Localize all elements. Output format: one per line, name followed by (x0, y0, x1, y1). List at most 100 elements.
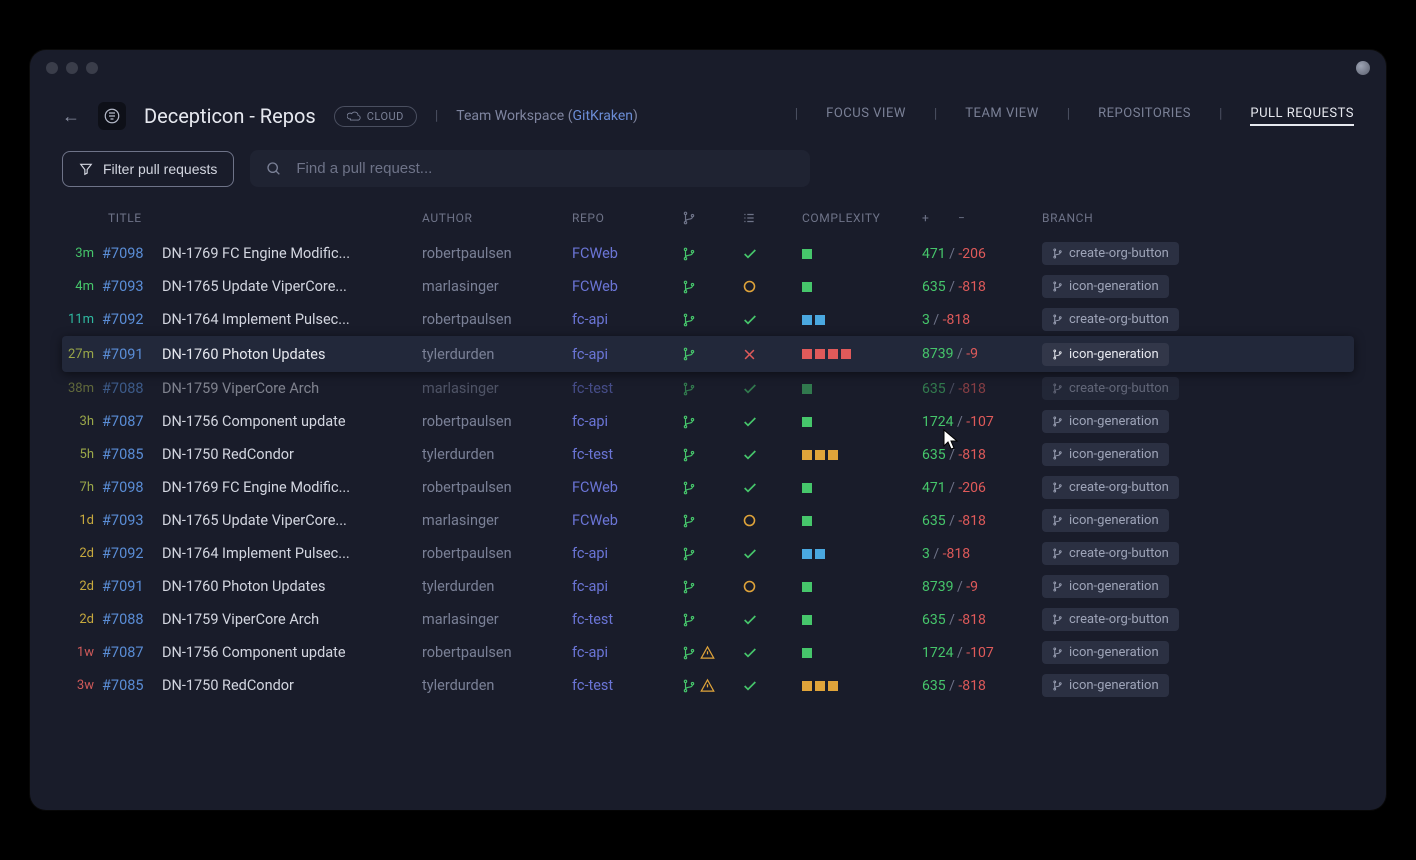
search-box[interactable] (250, 150, 810, 187)
pr-age: 3w (62, 678, 102, 693)
tab-pull-requests[interactable]: PULL REQUESTS (1250, 106, 1354, 126)
pr-number[interactable]: #7088 (102, 380, 162, 397)
team-workspace-link[interactable]: Team Workspace (GitKraken) (456, 108, 638, 124)
pr-number[interactable]: #7088 (102, 611, 162, 628)
branch-cell: icon-generation (1042, 641, 1222, 664)
branch-badge[interactable]: icon-generation (1042, 343, 1169, 366)
branch-cell: create-org-button (1042, 542, 1222, 565)
pr-repo[interactable]: fc-api (572, 578, 682, 595)
pr-number[interactable]: #7091 (102, 346, 162, 363)
tab-focus-view[interactable]: FOCUS VIEW (826, 106, 906, 126)
avatar[interactable] (1356, 61, 1370, 75)
pr-author: robertpaulsen (422, 311, 572, 328)
branch-badge[interactable]: create-org-button (1042, 542, 1179, 565)
branch-badge[interactable]: icon-generation (1042, 641, 1169, 664)
pr-number[interactable]: #7091 (102, 578, 162, 595)
pr-number[interactable]: #7098 (102, 479, 162, 496)
pr-number[interactable]: #7087 (102, 644, 162, 661)
pr-number[interactable]: #7085 (102, 677, 162, 694)
table-row[interactable]: 3h #7087 DN-1756 Component update robert… (62, 405, 1354, 438)
tab-team-view[interactable]: TEAM VIEW (965, 106, 1038, 126)
pr-title[interactable]: DN-1760 Photon Updates (162, 346, 422, 363)
table-row[interactable]: 11m #7092 DN-1764 Implement Pulsec... ro… (62, 303, 1354, 336)
branch-badge[interactable]: icon-generation (1042, 275, 1169, 298)
tab-repositories[interactable]: REPOSITORIES (1098, 106, 1191, 126)
table-row[interactable]: 27m #7091 DN-1760 Photon Updates tylerdu… (62, 336, 1354, 372)
pr-number[interactable]: #7092 (102, 311, 162, 328)
complexity-block (802, 648, 812, 658)
pr-repo[interactable]: fc-api (572, 413, 682, 430)
complexity-block (802, 384, 812, 394)
branch-badge[interactable]: create-org-button (1042, 308, 1179, 331)
branch-badge[interactable]: create-org-button (1042, 476, 1179, 499)
pr-repo[interactable]: FCWeb (572, 512, 682, 529)
complexity (802, 681, 922, 691)
table-row[interactable]: 1d #7093 DN-1765 Update ViperCore... mar… (62, 504, 1354, 537)
pr-title[interactable]: DN-1760 Photon Updates (162, 578, 422, 595)
table-row[interactable]: 7h #7098 DN-1769 FC Engine Modific... ro… (62, 471, 1354, 504)
branch-badge[interactable]: icon-generation (1042, 575, 1169, 598)
pr-repo[interactable]: fc-test (572, 446, 682, 463)
pr-title[interactable]: DN-1750 RedCondor (162, 446, 422, 463)
pr-title[interactable]: DN-1759 ViperCore Arch (162, 611, 422, 628)
pr-number[interactable]: #7092 (102, 545, 162, 562)
pr-number[interactable]: #7093 (102, 278, 162, 295)
pr-repo[interactable]: fc-api (572, 346, 682, 363)
pr-title[interactable]: DN-1764 Implement Pulsec... (162, 311, 422, 328)
pr-repo[interactable]: FCWeb (572, 245, 682, 262)
branch-icon (682, 347, 742, 361)
pr-title[interactable]: DN-1764 Implement Pulsec... (162, 545, 422, 562)
table-row[interactable]: 2d #7092 DN-1764 Implement Pulsec... rob… (62, 537, 1354, 570)
pr-title[interactable]: DN-1765 Update ViperCore... (162, 512, 422, 529)
table-row[interactable]: 2d #7088 DN-1759 ViperCore Arch marlasin… (62, 603, 1354, 636)
pr-title[interactable]: DN-1765 Update ViperCore... (162, 278, 422, 295)
complexity (802, 384, 922, 394)
pr-title[interactable]: DN-1756 Component update (162, 413, 422, 430)
branch-badge[interactable]: icon-generation (1042, 674, 1169, 697)
table-row[interactable]: 2d #7091 DN-1760 Photon Updates tylerdur… (62, 570, 1354, 603)
pr-title[interactable]: DN-1769 FC Engine Modific... (162, 245, 422, 262)
pr-number[interactable]: #7085 (102, 446, 162, 463)
table-row[interactable]: 3m #7098 DN-1769 FC Engine Modific... ro… (62, 237, 1354, 270)
branch-badge[interactable]: create-org-button (1042, 242, 1179, 265)
complexity-block (828, 349, 838, 359)
pr-repo[interactable]: fc-test (572, 677, 682, 694)
table-row[interactable]: 4m #7093 DN-1765 Update ViperCore... mar… (62, 270, 1354, 303)
pr-age: 1w (62, 645, 102, 660)
pr-title[interactable]: DN-1750 RedCondor (162, 677, 422, 694)
pr-title[interactable]: DN-1759 ViperCore Arch (162, 380, 422, 397)
pr-repo[interactable]: FCWeb (572, 479, 682, 496)
branch-badge[interactable]: create-org-button (1042, 377, 1179, 400)
pr-repo[interactable]: fc-api (572, 545, 682, 562)
pr-repo[interactable]: fc-test (572, 380, 682, 397)
table-row[interactable]: 3w #7085 DN-1750 RedCondor tylerdurden f… (62, 669, 1354, 702)
diff-count: 635 / -818 (922, 279, 1042, 295)
pr-number[interactable]: #7093 (102, 512, 162, 529)
complexity-block (802, 483, 812, 493)
table-row[interactable]: 5h #7085 DN-1750 RedCondor tylerdurden f… (62, 438, 1354, 471)
table-row[interactable]: 38m #7088 DN-1759 ViperCore Arch marlasi… (62, 372, 1354, 405)
pr-repo[interactable]: FCWeb (572, 278, 682, 295)
filter-button[interactable]: Filter pull requests (62, 151, 234, 187)
maximize-icon[interactable] (86, 62, 98, 74)
pr-author: tylerdurden (422, 346, 572, 363)
branch-badge[interactable]: icon-generation (1042, 410, 1169, 433)
search-input[interactable] (296, 160, 794, 177)
table-row[interactable]: 1w #7087 DN-1756 Component update robert… (62, 636, 1354, 669)
close-icon[interactable] (46, 62, 58, 74)
pr-repo[interactable]: fc-api (572, 311, 682, 328)
pr-number[interactable]: #7087 (102, 413, 162, 430)
pr-number[interactable]: #7098 (102, 245, 162, 262)
branch-badge[interactable]: icon-generation (1042, 509, 1169, 532)
pr-title[interactable]: DN-1756 Component update (162, 644, 422, 661)
status-icon (742, 246, 802, 262)
pr-repo[interactable]: fc-test (572, 611, 682, 628)
pr-repo[interactable]: fc-api (572, 644, 682, 661)
pr-author: robertpaulsen (422, 644, 572, 661)
pr-title[interactable]: DN-1769 FC Engine Modific... (162, 479, 422, 496)
branch-badge[interactable]: create-org-button (1042, 608, 1179, 631)
minimize-icon[interactable] (66, 62, 78, 74)
back-button[interactable]: ← (62, 106, 80, 127)
branch-badge[interactable]: icon-generation (1042, 443, 1169, 466)
complexity-block (841, 349, 851, 359)
